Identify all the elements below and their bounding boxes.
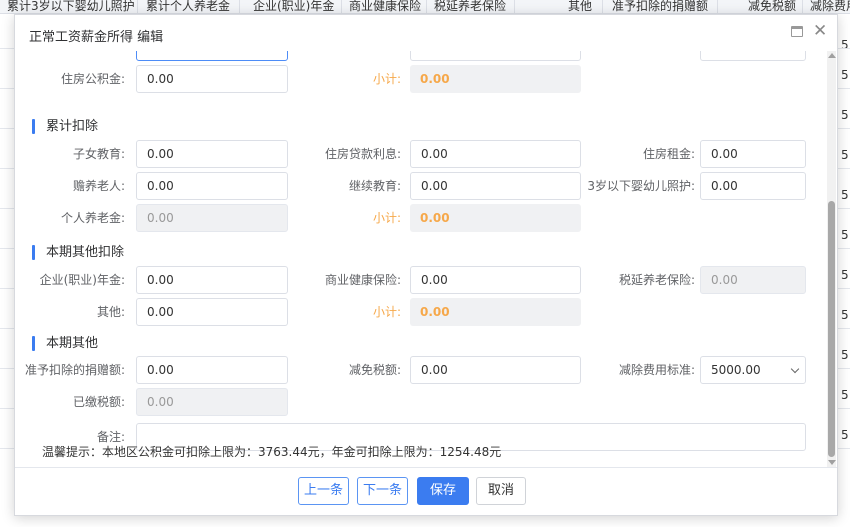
annuity-input[interactable]: 0.00 — [136, 266, 288, 294]
continuing-education-label: 继续教育: — [348, 179, 401, 193]
other-label: 其他: — [96, 305, 125, 319]
section-other: 本期其他 — [32, 335, 98, 353]
dialog-header: 正常工资薪金所得 编辑 ✕ — [15, 15, 837, 51]
housing-fund-label: 住房公积金: — [60, 72, 125, 86]
close-icon[interactable]: ✕ — [813, 23, 827, 40]
column-header[interactable]: 税延养老保险 — [434, 0, 506, 13]
prev-record-button[interactable]: 上一条 — [298, 477, 349, 505]
table-cell: 5 — [841, 228, 849, 242]
paid-tax-input: 0.00 — [136, 388, 288, 416]
table-cell: 5 — [841, 428, 849, 442]
section-cumulative-deduction: 累计扣除 — [32, 118, 98, 136]
deferred-pension-input: 0.00 — [700, 266, 806, 294]
dialog-body: 基本养老保险费: 基本医疗保险费: 失业保险费: 住房公积金: 0.00 小计:… — [15, 51, 837, 467]
tax-relief-input[interactable]: 0.00 — [410, 356, 581, 384]
scrollbar[interactable] — [827, 51, 836, 467]
rent-label: 住房租金: — [642, 147, 695, 161]
children-education-input[interactable]: 0.00 — [136, 140, 288, 168]
column-header[interactable]: 累计3岁以下婴幼儿照护 — [7, 0, 135, 13]
scroll-up-icon[interactable] — [827, 53, 836, 58]
scroll-down-icon[interactable] — [827, 460, 836, 465]
dialog-footer: 上一条 下一条 保存 取消 — [15, 467, 837, 515]
rent-input[interactable]: 0.00 — [700, 140, 806, 168]
mortgage-interest-input[interactable]: 0.00 — [410, 140, 581, 168]
column-header[interactable]: 减除费用 — [810, 0, 850, 13]
health-insurance-input[interactable]: 0.00 — [410, 266, 581, 294]
medical-insurance-label: 基本医疗保险费: — [275, 51, 405, 61]
maximize-icon[interactable] — [791, 26, 803, 37]
unemployment-insurance-label: 失业保险费: — [575, 51, 695, 61]
pension-insurance-input[interactable] — [136, 51, 288, 61]
section-other-deductions: 本期其他扣除 — [32, 244, 124, 262]
chevron-down-icon — [790, 364, 800, 374]
table-header: 累计3岁以下婴幼儿照护 累计个人养老金 企业(职业)年金 商业健康保险 税延养老… — [0, 0, 850, 14]
table-cell: 5 — [841, 148, 849, 162]
medical-insurance-input[interactable] — [410, 51, 581, 61]
continuing-education-input[interactable]: 0.00 — [410, 172, 581, 200]
housing-fund-input[interactable]: 0.00 — [136, 65, 288, 93]
cancel-button[interactable]: 取消 — [476, 477, 526, 505]
health-insurance-label: 商业健康保险: — [324, 273, 401, 287]
deduction-standard-select[interactable]: 5000.00 — [700, 356, 806, 384]
deduction-standard-value: 5000.00 — [711, 363, 761, 377]
subtotal-value: 0.00 — [410, 65, 581, 93]
subtotal-value: 0.00 — [410, 204, 581, 232]
column-header[interactable]: 准予扣除的捐赠额 — [612, 0, 708, 13]
table-cell: 5 — [841, 38, 849, 52]
elderly-support-label: 赡养老人: — [72, 179, 125, 193]
table-cell: 5 — [841, 188, 849, 202]
column-header[interactable]: 减免税额 — [748, 0, 796, 13]
subtotal-label: 小计: — [372, 211, 401, 225]
pension-insurance-label: 基本养老保险费: — [21, 51, 121, 61]
column-header[interactable]: 企业(职业)年金 — [253, 0, 334, 13]
table-cell: 5 — [841, 308, 849, 322]
subtotal-value: 0.00 — [410, 298, 581, 326]
save-button[interactable]: 保存 — [417, 477, 469, 505]
elderly-support-input[interactable]: 0.00 — [136, 172, 288, 200]
deduction-standard-label: 减除费用标准: — [618, 363, 695, 377]
tax-relief-label: 减免税额: — [348, 363, 401, 377]
annuity-label: 企业(职业)年金: — [39, 273, 125, 287]
column-header[interactable]: 商业健康保险 — [349, 0, 421, 13]
unemployment-insurance-input[interactable] — [700, 51, 806, 61]
dialog-title: 正常工资薪金所得 编辑 — [29, 30, 164, 45]
deferred-pension-label: 税延养老保险: — [618, 273, 695, 287]
table-cell: 5 — [841, 348, 849, 362]
infant-care-input[interactable]: 0.00 — [700, 172, 806, 200]
subtotal-label: 小计: — [372, 305, 401, 319]
subtotal-label: 小计: — [372, 72, 401, 86]
personal-pension-label: 个人养老金: — [60, 211, 125, 225]
table-cell: 5 — [841, 108, 849, 122]
scrollbar-thumb[interactable] — [828, 201, 835, 457]
table-cell: 5 — [841, 268, 849, 282]
other-input[interactable]: 0.00 — [136, 298, 288, 326]
next-record-button[interactable]: 下一条 — [357, 477, 408, 505]
donation-label: 准予扣除的捐赠额: — [24, 363, 125, 377]
paid-tax-label: 已缴税额: — [72, 395, 125, 409]
column-header[interactable]: 其他 — [568, 0, 592, 13]
edit-dialog: 正常工资薪金所得 编辑 ✕ 基本养老保险费: 基本医疗保险费: 失业保险费: 住… — [14, 14, 838, 516]
column-header[interactable]: 累计个人养老金 — [146, 0, 230, 13]
donation-input[interactable]: 0.00 — [136, 356, 288, 384]
table-cell: 5 — [841, 388, 849, 402]
tip-text: 温馨提示：本地区公积金可扣除上限为：3763.44元，年金可扣除上限为：1254… — [42, 445, 502, 459]
children-education-label: 子女教育: — [72, 147, 125, 161]
mortgage-interest-label: 住房贷款利息: — [324, 147, 401, 161]
infant-care-label: 3岁以下婴幼儿照护: — [587, 179, 695, 193]
table-cell: 5 — [841, 68, 849, 82]
personal-pension-input: 0.00 — [136, 204, 288, 232]
